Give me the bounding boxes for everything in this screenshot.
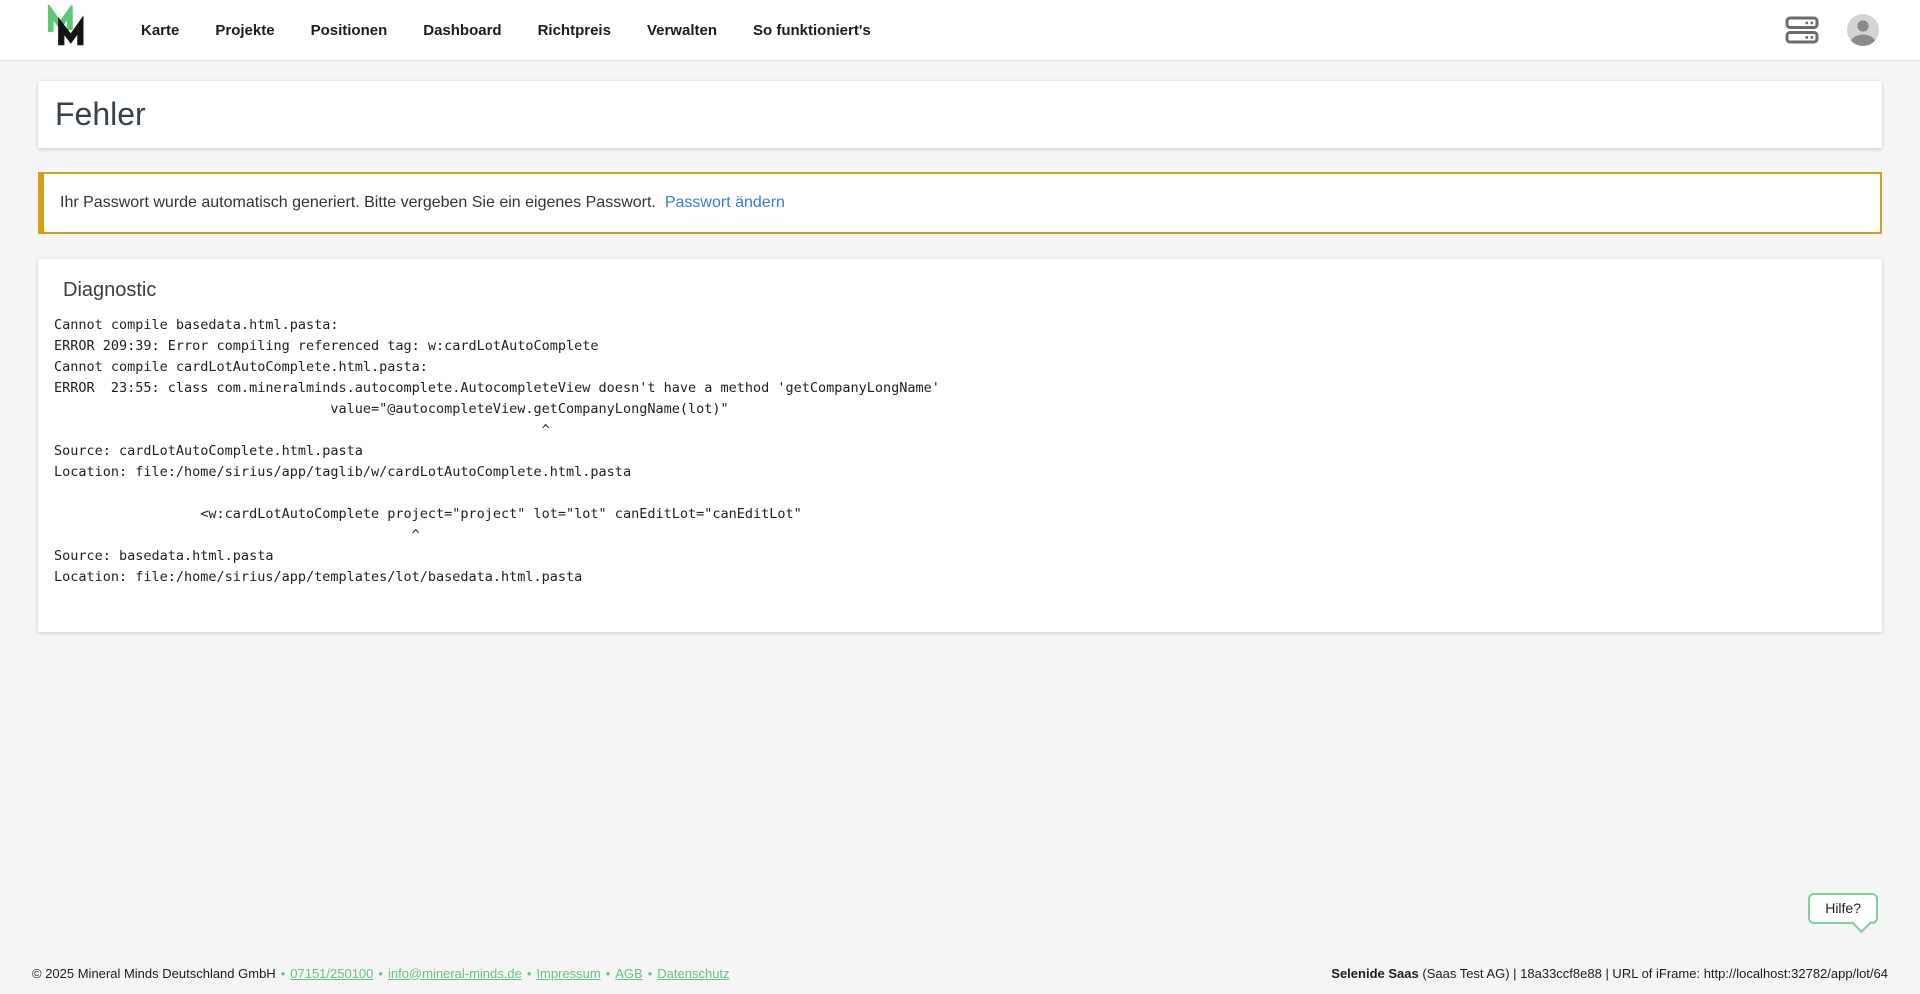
footer-separator: •	[378, 966, 383, 981]
nav-right-icons	[1784, 13, 1880, 47]
footer-separator: •	[281, 966, 286, 981]
footer-agb-link[interactable]: AGB	[615, 966, 642, 981]
help-button[interactable]: Hilfe?	[1808, 893, 1878, 924]
page-title-card: Fehler	[38, 81, 1882, 148]
mineral-minds-logo[interactable]	[45, 5, 89, 56]
server-rack-icon[interactable]	[1784, 15, 1820, 45]
nav-item-positionen[interactable]: Positionen	[311, 22, 388, 39]
user-avatar-icon[interactable]	[1846, 13, 1880, 47]
nav-menu: Karte Projekte Positionen Dashboard Rich…	[141, 22, 871, 39]
change-password-link[interactable]: Passwort ändern	[665, 194, 785, 212]
footer-separator: •	[648, 966, 653, 981]
footer-email-link[interactable]: info@mineral-minds.de	[388, 966, 522, 981]
diagnostic-log-text: Cannot compile basedata.html.pasta: ERRO…	[54, 315, 1866, 588]
nav-item-projekte[interactable]: Projekte	[215, 22, 274, 39]
logo-m-icon	[45, 5, 89, 56]
footer-separator: •	[606, 966, 611, 981]
footer-datenschutz-link[interactable]: Datenschutz	[657, 966, 729, 981]
footer-separator: •	[527, 966, 532, 981]
password-notice-text: Ihr Passwort wurde automatisch generiert…	[60, 194, 656, 212]
top-navigation: Karte Projekte Positionen Dashboard Rich…	[0, 0, 1920, 61]
diagnostic-card: Diagnostic Cannot compile basedata.html.…	[38, 259, 1882, 632]
nav-item-verwalten[interactable]: Verwalten	[647, 22, 717, 39]
password-notice-banner: Ihr Passwort wurde automatisch generiert…	[38, 172, 1882, 234]
footer-impressum-link[interactable]: Impressum	[536, 966, 600, 981]
footer-left: © 2025 Mineral Minds Deutschland GmbH • …	[32, 966, 730, 981]
diagnostic-heading: Diagnostic	[63, 279, 1866, 302]
nav-item-dashboard[interactable]: Dashboard	[423, 22, 501, 39]
footer: © 2025 Mineral Minds Deutschland GmbH • …	[0, 952, 1920, 994]
page-title: Fehler	[55, 96, 146, 133]
copyright-text: © 2025 Mineral Minds Deutschland GmbH	[32, 966, 276, 981]
main-content: Fehler Ihr Passwort wurde automatisch ge…	[0, 81, 1920, 632]
tenant-name: Selenide Saas	[1331, 966, 1418, 981]
nav-item-so-funktionierts[interactable]: So funktioniert's	[753, 22, 871, 39]
help-button-label: Hilfe?	[1825, 900, 1861, 916]
footer-phone-link[interactable]: 07151/250100	[290, 966, 373, 981]
nav-item-karte[interactable]: Karte	[141, 22, 179, 39]
footer-session-info: Selenide Saas (Saas Test AG) | 18a33ccf8…	[1331, 966, 1888, 981]
session-details: (Saas Test AG) | 18a33ccf8e88 | URL of i…	[1422, 966, 1888, 981]
nav-item-richtpreis[interactable]: Richtpreis	[538, 22, 611, 39]
